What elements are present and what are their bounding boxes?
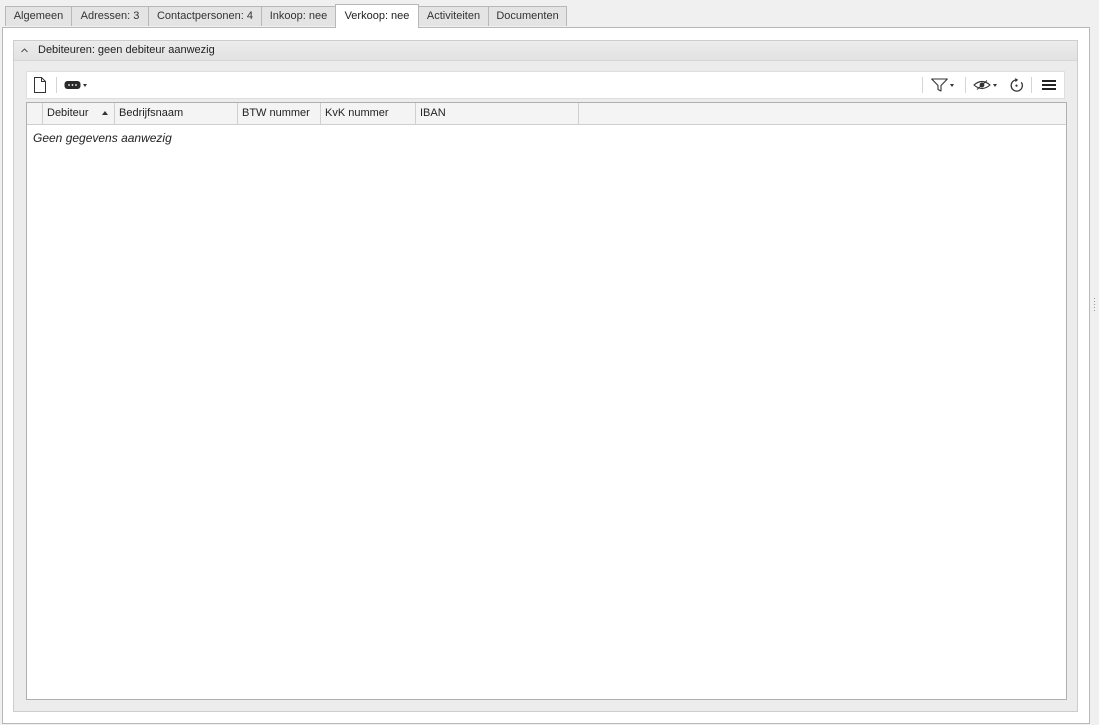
row-indicator-header xyxy=(27,103,43,124)
column-header-kvk-nummer[interactable]: KvK nummer xyxy=(321,103,416,124)
tab-documenten[interactable]: Documenten xyxy=(488,6,567,26)
refresh-icon xyxy=(1010,77,1024,92)
new-button[interactable] xyxy=(33,76,47,94)
toolbar-separator xyxy=(922,77,923,93)
toolbar-separator xyxy=(965,77,966,93)
chevron-down-icon xyxy=(993,83,997,87)
visibility-dropdown[interactable] xyxy=(973,76,997,94)
column-header-btw-nummer[interactable]: BTW nummer xyxy=(238,103,321,124)
tab-bar: Algemeen Adressen: 3 Contactpersonen: 4 … xyxy=(0,0,1099,28)
new-document-icon xyxy=(34,77,46,93)
chevron-down-icon xyxy=(83,83,87,87)
column-header-debiteur[interactable]: Debiteur xyxy=(43,103,115,124)
debiteuren-group: Debiteuren: geen debiteur aanwezig Debit… xyxy=(13,40,1078,712)
tab-activiteiten[interactable]: Activiteiten xyxy=(418,6,489,26)
grid-header: Debiteur Bedrijfsnaam BTW nummer KvK num… xyxy=(27,103,1066,125)
visibility-icon xyxy=(973,80,991,90)
view-mode-dropdown[interactable] xyxy=(64,76,87,94)
filter-dropdown[interactable] xyxy=(931,76,954,94)
debiteuren-grid: Debiteur Bedrijfsnaam BTW nummer KvK num… xyxy=(26,102,1067,700)
sort-ascending-icon xyxy=(102,111,108,115)
menu-icon xyxy=(1042,80,1056,90)
refresh-button[interactable] xyxy=(1009,76,1024,94)
tab-algemeen[interactable]: Algemeen xyxy=(5,6,72,26)
view-mode-icon xyxy=(64,81,81,89)
chevron-up-icon[interactable] xyxy=(21,47,28,54)
tab-verkoop[interactable]: Verkoop: nee xyxy=(335,4,419,28)
toolbar-separator xyxy=(1031,77,1032,93)
column-header-bedrijfsnaam[interactable]: Bedrijfsnaam xyxy=(115,103,238,124)
toolbar-separator xyxy=(56,77,57,93)
tab-contactpersonen[interactable]: Contactpersonen: 4 xyxy=(148,6,262,26)
chevron-down-icon xyxy=(950,83,954,87)
grid-toolbar xyxy=(26,71,1065,99)
filter-icon xyxy=(931,78,948,92)
splitter-handle[interactable] xyxy=(1093,296,1096,316)
group-title: Debiteuren: geen debiteur aanwezig xyxy=(38,44,215,56)
column-header-iban[interactable]: IBAN xyxy=(416,103,579,124)
menu-button[interactable] xyxy=(1042,76,1056,94)
group-header[interactable]: Debiteuren: geen debiteur aanwezig xyxy=(14,41,1077,61)
tab-adressen[interactable]: Adressen: 3 xyxy=(71,6,149,26)
tab-inkoop[interactable]: Inkoop: nee xyxy=(261,6,336,26)
column-header-label: Debiteur xyxy=(47,107,89,119)
tab-content-panel: Debiteuren: geen debiteur aanwezig Debit… xyxy=(2,27,1090,724)
empty-grid-message: Geen gegevens aanwezig xyxy=(33,131,172,145)
